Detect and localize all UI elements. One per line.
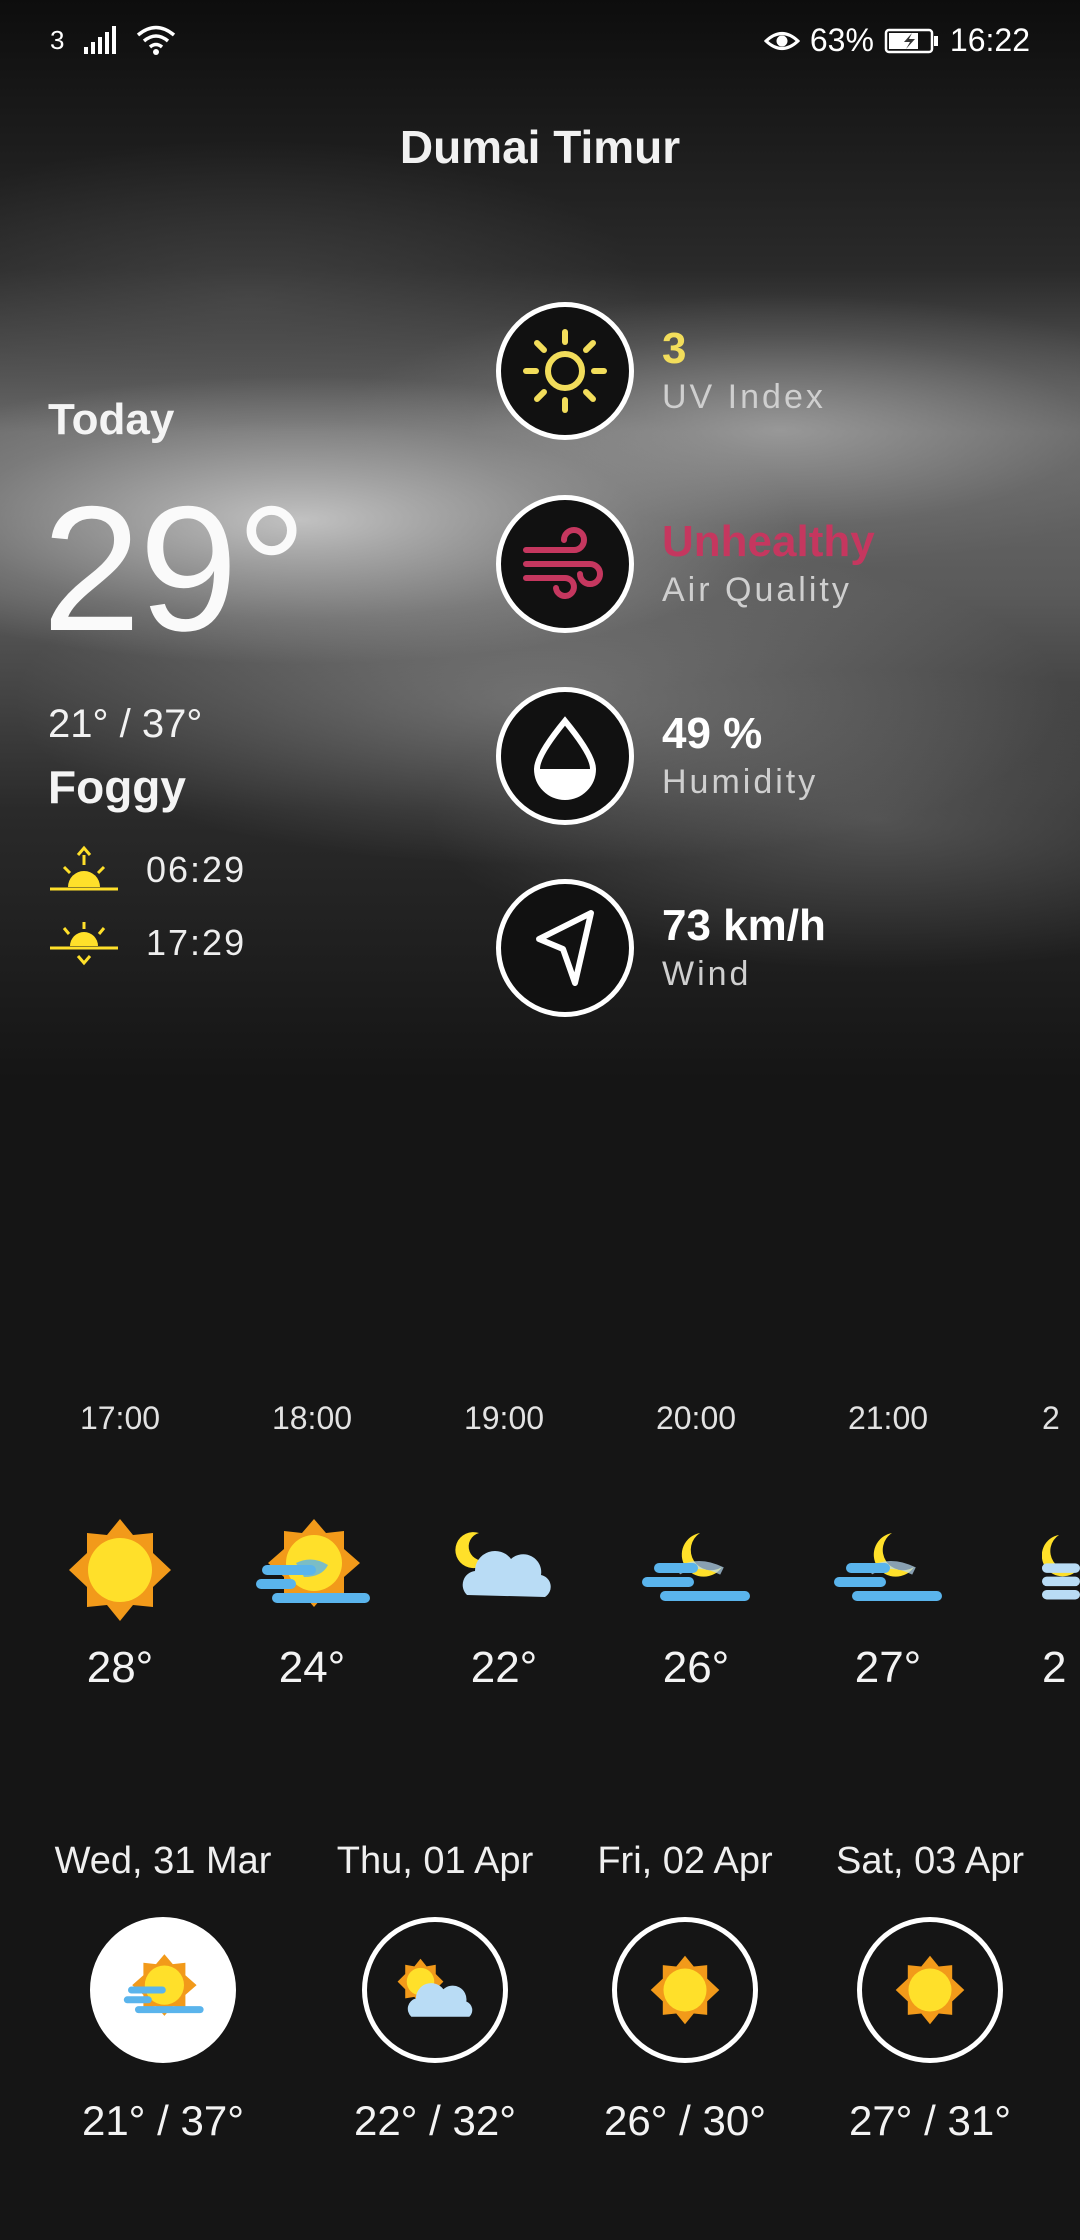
hourly-item-partial[interactable]: 2 2 (1000, 1400, 1080, 1693)
humidity-icon-circle (496, 687, 634, 825)
eye-comfort-icon (763, 31, 800, 50)
day-icon-circle (857, 1917, 1003, 2063)
droplet-icon (533, 716, 597, 800)
hourly-forecast[interactable]: 17:00 28° 18:00 24° 19:00 22° 20:00 26° … (0, 1400, 1080, 1740)
day-range: 26° / 30° (603, 2097, 767, 2144)
wind-value: 73 km/h (662, 900, 826, 950)
sunrise-time: 06:29 (146, 849, 247, 890)
hourly-item[interactable]: 19:00 22° (424, 1400, 584, 1693)
hour-time: 21:00 (847, 1400, 929, 1436)
day-range: 21° / 37° (81, 2097, 245, 2144)
metric-wind[interactable]: 73 km/h Wind (496, 879, 826, 1017)
humidity-label: Humidity (662, 763, 819, 802)
wind-label: Wind (662, 955, 752, 994)
sunny-icon (650, 1955, 720, 2025)
day-range: 22° / 32° (353, 2097, 517, 2144)
metric-air-quality[interactable]: Unhealthy Air Quality (496, 495, 875, 633)
metric-humidity[interactable]: 49 % Humidity (496, 687, 818, 825)
hourly-item[interactable]: 18:00 24° (232, 1400, 392, 1693)
location-title[interactable]: Dumai Timur (0, 120, 1080, 174)
uv-value: 3 (662, 323, 687, 373)
hourly-item[interactable]: 21:00 27° (808, 1400, 968, 1693)
hour-time: 20:00 (655, 1400, 737, 1436)
hour-time: 18:00 (271, 1400, 353, 1436)
battery-charging-icon (884, 28, 938, 53)
sunset-time: 17:29 (146, 922, 247, 963)
hour-temp: 27° (854, 1643, 922, 1692)
foggy-sun-icon (123, 1954, 204, 2016)
partly-cloudy-icon (397, 1958, 473, 2017)
sim-indicator: 3 (50, 24, 65, 55)
metric-uv-index[interactable]: 3 UV Index (496, 302, 826, 440)
sunrise-icon (50, 845, 118, 891)
day-name: Sat, 03 Apr (835, 1840, 1024, 1882)
day-name: Wed, 31 Mar (54, 1840, 272, 1882)
today-range: 21° / 37° (48, 702, 203, 746)
hourly-item[interactable]: 20:00 26° (616, 1400, 776, 1693)
hour-time: 17:00 (79, 1400, 161, 1436)
hour-temp: 22° (470, 1643, 538, 1692)
hour-temp: 26° (662, 1643, 730, 1692)
sunny-icon (895, 1955, 965, 2025)
clock: 16:22 (949, 22, 1030, 58)
hour-time: 2 (1042, 1400, 1060, 1436)
sunny-icon (69, 1519, 171, 1621)
wifi-icon (137, 25, 176, 55)
hour-temp: 24° (278, 1643, 346, 1692)
foggy-night-icon (642, 1533, 750, 1601)
sun-icon (523, 329, 607, 413)
current-temperature: 29° (42, 469, 307, 668)
condition-text: Foggy (48, 761, 186, 813)
battery-percent: 63% (809, 22, 874, 58)
hour-temp: 28° (86, 1643, 154, 1692)
air-quality-value: Unhealthy (662, 516, 875, 566)
day-icon-circle (612, 1917, 758, 2063)
hour-time: 19:00 (463, 1400, 545, 1436)
status-bar: 3 63% 16:22 (0, 18, 1080, 66)
sunrise-row: 06:29 (48, 845, 246, 895)
sunset-row: 17:29 (48, 918, 246, 968)
foggy-night-icon (834, 1533, 942, 1601)
wind-icon (523, 527, 603, 599)
air-quality-label: Air Quality (662, 571, 852, 610)
sunset-icon (50, 922, 118, 966)
daily-item[interactable]: Sat, 03 Apr 27° / 31° (815, 1840, 1045, 2145)
uv-label: UV Index (662, 378, 826, 417)
day-name: Thu, 01 Apr (336, 1840, 534, 1882)
day-name: Fri, 02 Apr (597, 1840, 773, 1882)
wind-icon-circle (496, 879, 634, 1017)
hourly-item[interactable]: 17:00 28° (40, 1400, 200, 1693)
foggy-night-icon (1042, 1534, 1080, 1600)
signal-icon (84, 26, 117, 54)
cloudy-night-icon (455, 1532, 551, 1597)
navigation-arrow-icon (536, 910, 594, 986)
daily-item-selected[interactable]: Wed, 31 Mar 21° / 37° (48, 1840, 278, 2145)
day-icon-circle (362, 1917, 508, 2063)
humidity-value: 49 % (662, 708, 763, 758)
air-quality-icon-circle (496, 495, 634, 633)
daily-item[interactable]: Fri, 02 Apr 26° / 30° (570, 1840, 800, 2145)
today-label: Today (48, 395, 175, 444)
day-icon-circle (90, 1917, 236, 2063)
daily-item[interactable]: Thu, 01 Apr 22° / 32° (320, 1840, 550, 2145)
uv-icon-circle (496, 302, 634, 440)
foggy-sun-icon (256, 1519, 370, 1607)
hour-temp: 2 (1042, 1643, 1067, 1692)
day-range: 27° / 31° (848, 2097, 1012, 2144)
